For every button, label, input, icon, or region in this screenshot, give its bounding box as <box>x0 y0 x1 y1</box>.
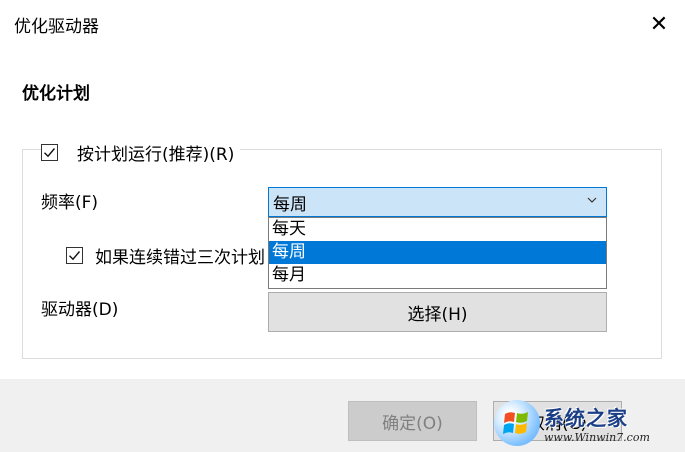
section-title: 优化计划 <box>22 84 90 104</box>
missed-checkbox-label: 如果连续错过三次计划 <box>95 248 265 268</box>
schedule-checkbox-row[interactable]: 按计划运行(推荐)(R) <box>41 140 241 165</box>
watermark: 系统之家 www.Winwin7.com <box>494 395 684 451</box>
frequency-label: 频率(F) <box>41 193 99 213</box>
windows-logo-icon <box>494 400 540 446</box>
frequency-option-weekly[interactable]: 每周 <box>269 241 606 264</box>
frequency-dropdown-list: 每天 每周 每月 <box>268 217 607 289</box>
close-icon[interactable]: ✕ <box>636 6 682 42</box>
frequency-select[interactable]: 每周 <box>268 187 607 217</box>
check-icon <box>69 251 81 261</box>
drives-label: 驱动器(D) <box>41 300 119 320</box>
schedule-checkbox-label: 按计划运行(推荐)(R) <box>77 145 235 165</box>
chevron-down-icon <box>586 194 598 210</box>
check-icon <box>44 148 56 158</box>
window-title: 优化驱动器 <box>14 17 99 37</box>
schedule-checkbox[interactable] <box>41 144 58 161</box>
frequency-selected-value: 每周 <box>273 194 307 215</box>
missed-checkbox[interactable] <box>66 247 83 264</box>
frequency-option-daily[interactable]: 每天 <box>269 218 606 241</box>
watermark-name: 系统之家 <box>544 406 628 430</box>
choose-drives-button[interactable]: 选择(H) <box>268 292 607 332</box>
watermark-url: www.Winwin7.com <box>544 431 650 444</box>
missed-checkbox-row[interactable]: 如果连续错过三次计划 <box>66 243 265 268</box>
title-bar: 优化驱动器 ✕ <box>0 0 685 48</box>
ok-button[interactable]: 确定(O) <box>348 401 477 441</box>
frequency-option-monthly[interactable]: 每月 <box>269 264 606 287</box>
